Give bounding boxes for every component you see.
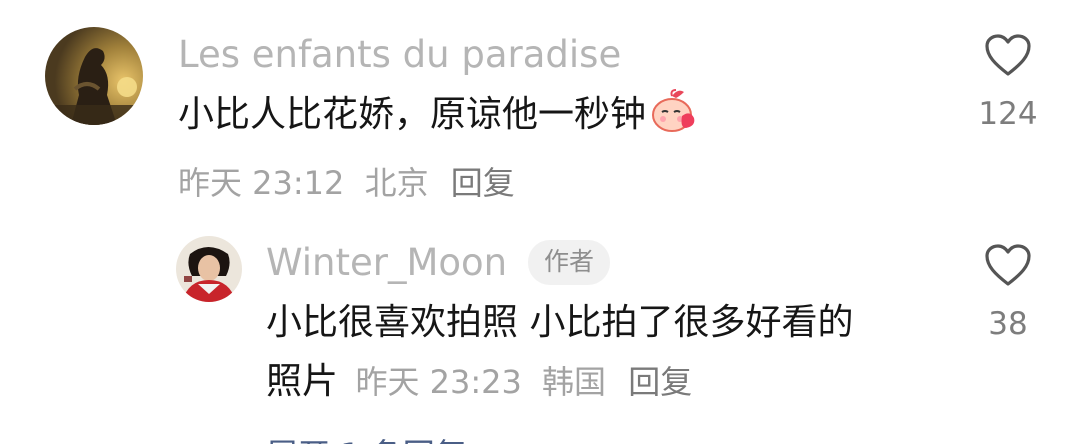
comment-list: Les enfants du paradise 小比人比花娇，原谅他一秒钟 昨天… [0,0,1080,444]
expand-replies-link[interactable]: 展开 1 条回复 [266,430,506,444]
username[interactable]: Les enfants du paradise [178,36,621,73]
like-count: 38 [988,306,1028,342]
avatar[interactable] [45,27,143,125]
author-badge: 作者 [528,240,611,285]
heart-icon[interactable] [983,32,1033,82]
comment-text-body: 小比人比花娇，原谅他一秒钟 [178,94,647,135]
comment-text-line: 照片 [266,361,339,403]
location: 韩国 [542,363,607,402]
comment-text-line2-row: 照片 昨天 23:23 韩国 回复 [266,352,853,411]
comment-meta: 昨天 23:23 韩国 回复 [355,363,692,401]
reply-button[interactable]: 回复 [451,164,515,202]
location: 北京 [364,164,429,202]
heart-icon[interactable] [983,242,1033,292]
username[interactable]: Winter_Moon [266,244,507,281]
blushing-peach-emoji [650,88,696,134]
comment-text: 小比人比花娇，原谅他一秒钟 [178,85,696,144]
reply-button[interactable]: 回复 [628,363,692,401]
avatar[interactable] [176,236,242,302]
comment-text-line: 小比很喜欢拍照 小比拍了很多好看的 [266,302,854,343]
comment-text: 小比很喜欢拍照 小比拍了很多好看的 照片 昨天 23:23 韩国 回复 [266,293,853,411]
comment-meta: 昨天 23:12 北京 回复 [178,158,515,204]
timestamp: 昨天 23:12 [178,164,345,202]
like-count: 124 [978,96,1038,132]
timestamp: 昨天 23:23 [355,363,522,402]
